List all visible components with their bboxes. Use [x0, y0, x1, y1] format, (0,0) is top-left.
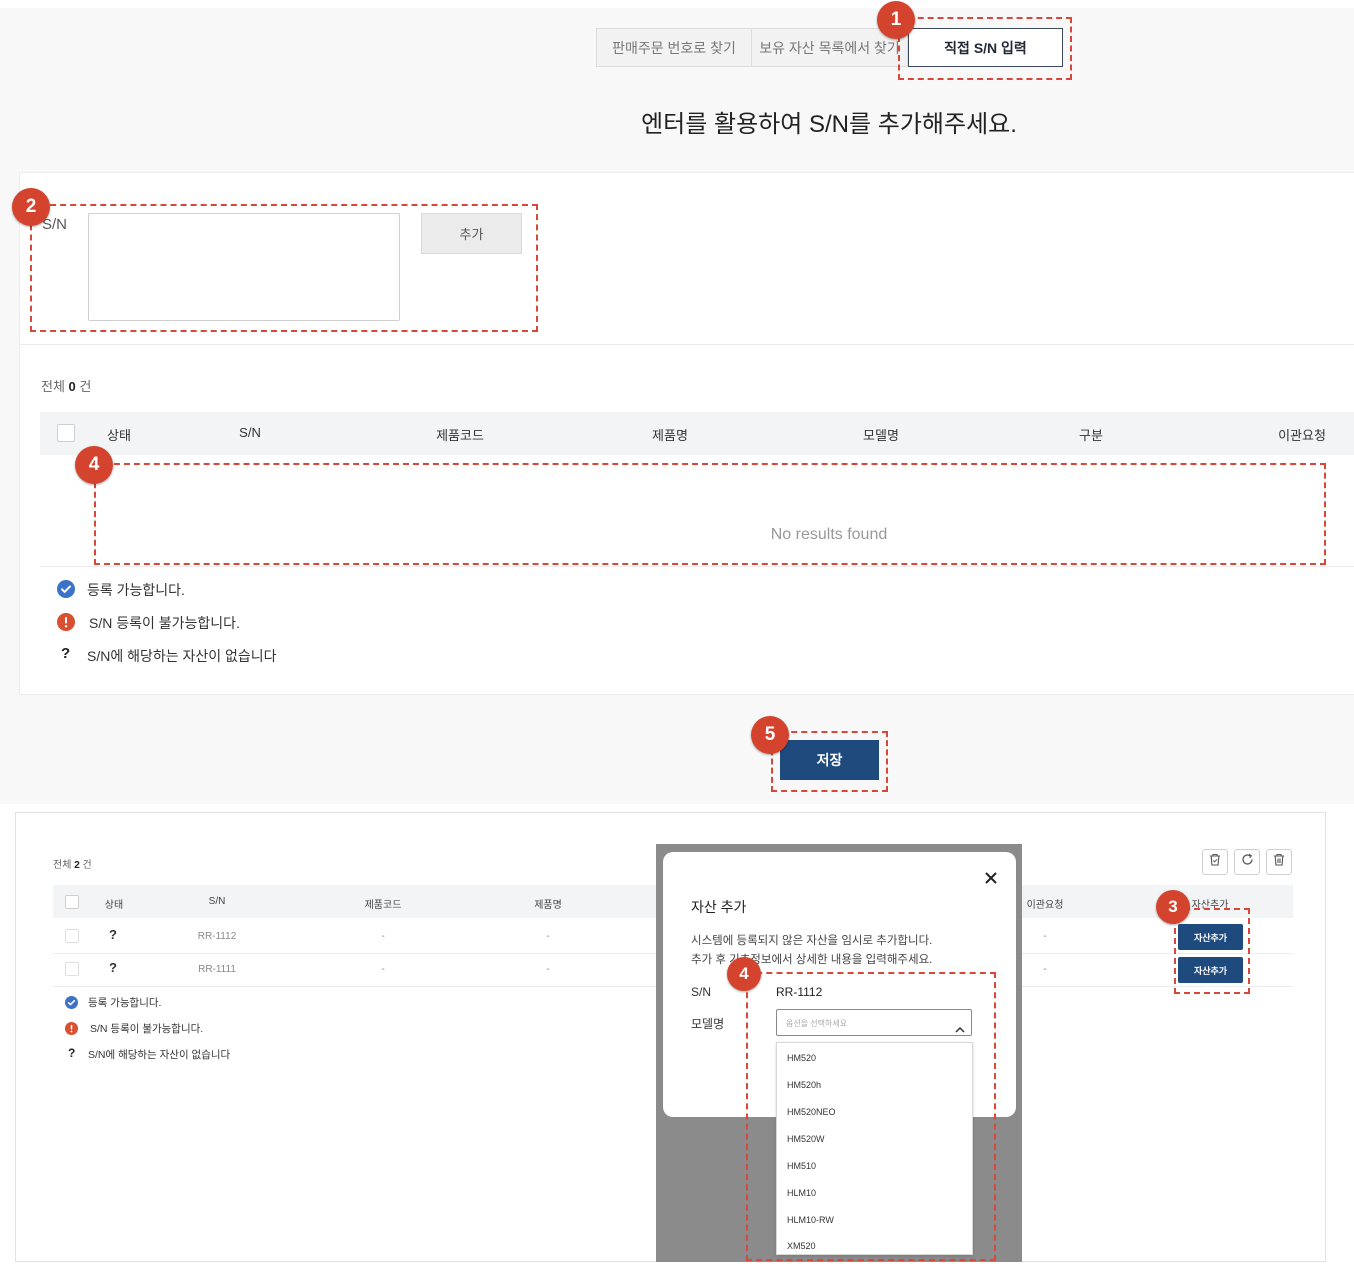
highlight-box-results — [94, 463, 1326, 565]
row-checkbox[interactable] — [65, 929, 79, 943]
check-circle-icon — [65, 996, 78, 1009]
panel-divider — [19, 344, 1354, 345]
callout-3: 3 — [1156, 890, 1190, 924]
detail-legend-available-text: 등록 가능합니다. — [88, 997, 162, 1009]
callout-5: 5 — [751, 716, 789, 754]
trash-icon — [1273, 853, 1285, 871]
legend-unavailable-text: S/N 등록이 불가능합니다. — [89, 615, 240, 631]
row-product-name: - — [546, 931, 550, 942]
result-count-prefix: 전체 — [41, 379, 65, 394]
detail-column-sn[interactable]: S/N — [177, 896, 257, 907]
tab-sales-order[interactable]: 판매주문 번호로 찾기 — [596, 28, 752, 67]
modal-description-line-1: 시스템에 등록되지 않은 자산을 임시로 추가합니다. — [691, 935, 933, 947]
row-product-code: - — [381, 931, 385, 942]
row-status-question-icon: ? — [109, 960, 117, 975]
modal-description-line-2: 추가 후 기초정보에서 상세한 내용을 입력해주세요. — [691, 954, 933, 966]
highlight-box-model-select — [746, 972, 996, 1261]
column-transfer-request[interactable]: 이관요청 — [1252, 425, 1352, 444]
detail-result-count-number: 2 — [74, 860, 80, 871]
detail-result-count-suffix: 건 — [82, 860, 92, 871]
column-product-name[interactable]: 제품명 — [620, 425, 720, 444]
detail-result-count: 전체 2 건 — [53, 856, 92, 871]
callout-4-model-select: 4 — [727, 957, 761, 991]
column-model-name[interactable]: 모델명 — [831, 425, 931, 444]
highlight-box-add-asset — [1174, 908, 1250, 994]
highlight-box-tabs — [898, 17, 1072, 80]
row-sn: RR-1112 — [197, 931, 237, 942]
column-sn[interactable]: S/N — [200, 425, 300, 440]
page: 판매주문 번호로 찾기 보유 자산 목록에서 찾기 직접 S/N 입력 1 엔터… — [0, 0, 1354, 1264]
detail-column-product-name[interactable]: 제품명 — [508, 896, 588, 911]
detail-legend-unavailable-text: S/N 등록이 불가능합니다. — [90, 1023, 204, 1035]
trash-restore-button[interactable] — [1202, 849, 1228, 875]
highlight-box-sn-form — [30, 204, 538, 332]
legend-available-text: 등록 가능합니다. — [87, 582, 185, 598]
refresh-button[interactable] — [1234, 849, 1260, 875]
callout-1: 1 — [877, 1, 915, 39]
row-sn: RR-1111 — [198, 964, 236, 975]
alert-circle-icon — [65, 1022, 78, 1035]
callout-2: 2 — [12, 188, 50, 226]
row-checkbox[interactable] — [65, 962, 79, 976]
close-icon[interactable] — [984, 871, 998, 885]
column-category[interactable]: 구분 — [1041, 425, 1141, 444]
legend-no-asset-text: S/N에 해당하는 자산이 없습니다 — [87, 648, 277, 664]
detail-legend-no-asset-text: S/N에 해당하는 자산이 없습니다 — [88, 1049, 231, 1061]
column-status[interactable]: 상태 — [69, 425, 169, 444]
result-count: 전체 0 건 — [41, 376, 91, 395]
question-icon: ? — [61, 645, 71, 662]
refresh-icon — [1241, 853, 1254, 871]
detail-result-count-prefix: 전체 — [53, 860, 72, 871]
trash-restore-icon — [1209, 853, 1221, 871]
modal-sn-label: S/N — [691, 985, 712, 999]
page-heading: 엔터를 활용하여 S/N를 추가해주세요. — [641, 111, 1017, 138]
row-product-name: - — [546, 964, 550, 975]
alert-circle-icon — [57, 613, 75, 631]
column-product-code[interactable]: 제품코드 — [410, 425, 510, 444]
callout-4-results: 4 — [75, 446, 113, 484]
table-bottom-border — [40, 566, 1354, 567]
delete-button[interactable] — [1266, 849, 1292, 875]
row-status-question-icon: ? — [109, 927, 117, 942]
modal-title: 자산 추가 — [691, 899, 747, 915]
detail-column-status[interactable]: 상태 — [74, 896, 154, 911]
row-product-code: - — [381, 964, 385, 975]
check-circle-icon — [57, 580, 75, 598]
detail-column-product-code[interactable]: 제품코드 — [343, 896, 423, 911]
result-count-number: 0 — [68, 379, 76, 394]
modal-model-label: 모델명 — [691, 1017, 725, 1031]
question-icon: ? — [68, 1046, 76, 1060]
result-count-suffix: 건 — [79, 379, 92, 394]
highlight-box-save — [771, 731, 888, 792]
